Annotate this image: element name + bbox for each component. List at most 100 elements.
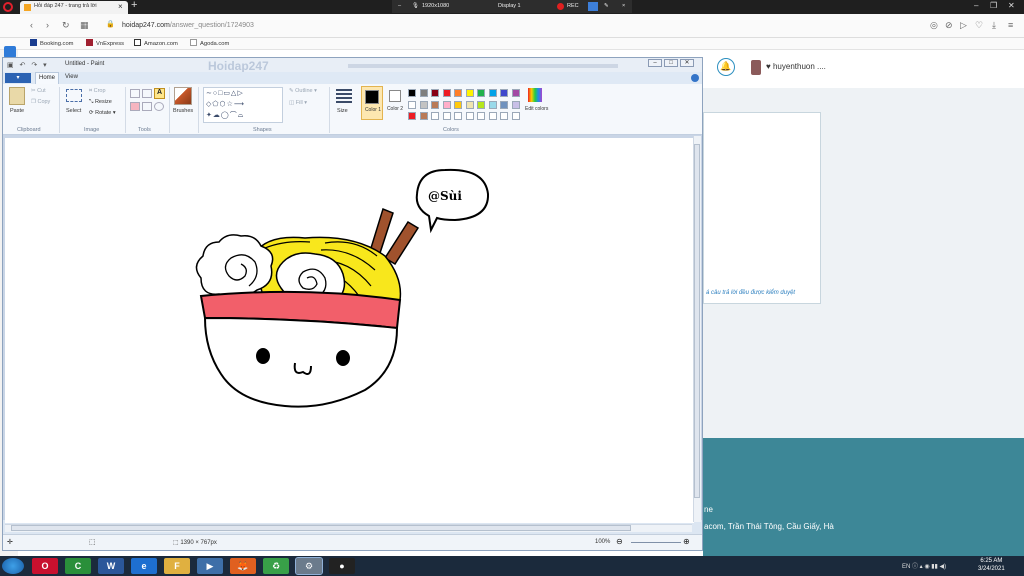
palette-swatch[interactable] <box>431 89 439 97</box>
rotate-button[interactable]: ⟳ Rotate ▾ <box>89 110 116 116</box>
palette-swatch[interactable] <box>419 100 428 109</box>
palette-swatch[interactable] <box>454 112 462 120</box>
size-label[interactable]: Size <box>337 108 348 114</box>
select-label[interactable]: Select <box>66 108 81 114</box>
taskbar-clock[interactable]: 6:25 AM 3/24/2021 <box>978 557 1005 573</box>
palette-swatch[interactable] <box>500 112 508 120</box>
word-app-icon[interactable]: W <box>98 558 124 574</box>
minimize-icon[interactable]: – <box>974 1 978 10</box>
pen-icon[interactable]: ✎ <box>604 3 609 9</box>
new-tab-icon[interactable]: + <box>131 0 137 11</box>
recorder-app-icon[interactable]: ● <box>329 558 355 574</box>
palette-swatch[interactable] <box>511 112 520 120</box>
browser-tab-active[interactable]: Hỏi đáp 247 - trang trả lời × <box>20 1 128 14</box>
close-icon[interactable]: ✕ <box>1008 1 1015 10</box>
reload-icon[interactable]: ↻ <box>62 20 70 31</box>
camera-icon[interactable]: ◎ <box>930 20 938 31</box>
palette-swatch[interactable] <box>419 89 428 97</box>
palette-swatch[interactable] <box>442 100 451 109</box>
paint-maximize-icon[interactable]: □ <box>664 59 678 67</box>
ie-app-icon[interactable]: e <box>131 558 157 574</box>
notification-bell-icon[interactable]: 🔔 <box>717 58 735 76</box>
palette-swatch[interactable] <box>465 100 474 109</box>
magnifier-icon[interactable] <box>154 102 164 111</box>
palette-swatch[interactable] <box>488 89 497 97</box>
palette-swatch[interactable] <box>477 100 485 109</box>
size-icon[interactable] <box>336 89 352 105</box>
cleaner-app-icon[interactable]: ♻ <box>263 558 289 574</box>
quick-access-toolbar[interactable]: ▣ ↶ ↷ ▾ <box>7 61 49 69</box>
palette-swatch[interactable] <box>511 100 520 109</box>
brushes-icon[interactable] <box>174 87 192 105</box>
heart-icon[interactable]: ♡ <box>975 20 983 31</box>
palette-swatch[interactable] <box>442 112 451 120</box>
paste-icon[interactable] <box>9 87 25 105</box>
eraser-icon[interactable] <box>130 102 140 111</box>
mic-icon[interactable]: 🎙 <box>412 3 419 9</box>
rec-label[interactable]: REC <box>567 3 579 9</box>
zoom-slider[interactable] <box>631 542 681 543</box>
palette-swatch[interactable] <box>431 112 439 120</box>
opera-app-icon[interactable]: O <box>32 558 58 574</box>
file-menu-button[interactable]: ▾ <box>5 73 31 83</box>
palette-swatch[interactable] <box>488 100 497 109</box>
palette-swatch[interactable] <box>442 89 451 97</box>
palette-swatch[interactable] <box>477 112 485 120</box>
paint-minimize-icon[interactable]: – <box>648 59 662 67</box>
minimize-recorder-icon[interactable]: – <box>398 3 401 9</box>
media-player-icon[interactable]: ▶ <box>197 558 223 574</box>
palette-swatch[interactable] <box>500 89 508 97</box>
bookmark-amazon[interactable]: Amazon.com <box>134 39 178 47</box>
url-field[interactable]: hoidap247.com/answer_question/1724903 <box>122 22 254 29</box>
paste-label[interactable]: Paste <box>10 108 24 114</box>
palette-swatch[interactable] <box>431 100 439 109</box>
recorder-close-icon[interactable]: × <box>622 3 625 9</box>
speed-dial-icon[interactable]: ▦ <box>80 20 89 31</box>
brushes-label[interactable]: Brushes <box>173 108 193 114</box>
back-icon[interactable]: ‹ <box>30 20 33 30</box>
start-button[interactable] <box>2 558 24 574</box>
color1-button[interactable]: Color 1 <box>361 86 383 120</box>
recorder-display[interactable]: Display 1 <box>498 3 521 9</box>
opera-logo-icon[interactable] <box>3 2 13 12</box>
palette-swatch[interactable] <box>511 89 520 97</box>
select-icon[interactable] <box>66 89 82 102</box>
fill-button[interactable]: ◫ Fill ▾ <box>289 100 307 106</box>
palette-swatch[interactable] <box>419 112 428 120</box>
chrome-app-icon[interactable]: C <box>65 558 91 574</box>
resize-button[interactable]: ⤡ Resize <box>89 99 112 106</box>
palette-swatch[interactable] <box>454 89 462 97</box>
recorder-window-icon[interactable] <box>588 2 598 11</box>
palette-swatch[interactable] <box>454 100 462 109</box>
bookmark-agoda[interactable]: Agoda.com <box>190 39 229 47</box>
zoom-out-icon[interactable]: ⊖ <box>616 537 623 546</box>
text-tool-icon[interactable]: A <box>154 88 165 99</box>
menu-icon[interactable]: ≡ <box>1008 20 1013 30</box>
edit-colors-label[interactable]: Edit colors <box>525 106 548 112</box>
paint-close-icon[interactable]: ✕ <box>680 59 694 67</box>
vertical-scroll-thumb[interactable] <box>694 144 700 498</box>
username-label[interactable]: ♥ huyenthuon .... <box>766 62 826 71</box>
palette-swatch[interactable] <box>500 100 508 109</box>
color-picker-icon[interactable] <box>142 102 152 111</box>
bookmark-booking[interactable]: Booking.com <box>30 39 74 47</box>
lock-icon[interactable]: 🔒 <box>106 20 115 28</box>
bookmark-vnexpress[interactable]: VnExpress <box>86 39 124 47</box>
avatar[interactable] <box>751 60 761 75</box>
palette-swatch[interactable] <box>465 112 474 120</box>
palette-swatch[interactable] <box>488 112 497 120</box>
shapes-gallery[interactable]: ∼○□▭△▷ ◇⬠⬡☆⟶ ✦☁◯⌒⌓ <box>203 87 283 123</box>
palette-swatch[interactable] <box>477 89 485 97</box>
tab-view[interactable]: View <box>65 74 78 80</box>
zoom-in-icon[interactable]: ⊕ <box>683 537 690 546</box>
palette-swatch[interactable] <box>408 89 416 97</box>
firefox-app-icon[interactable]: 🦊 <box>230 558 256 574</box>
palette-swatch[interactable] <box>408 112 416 120</box>
tab-close-icon[interactable]: × <box>118 2 123 11</box>
copy-button[interactable]: ❐ Copy <box>31 99 50 105</box>
record-dot-icon[interactable] <box>557 3 564 10</box>
palette-swatch[interactable] <box>465 89 474 97</box>
pencil-icon[interactable] <box>130 89 140 98</box>
explorer-app-icon[interactable]: F <box>164 558 190 574</box>
cut-button[interactable]: ✂ Cut <box>31 88 46 94</box>
